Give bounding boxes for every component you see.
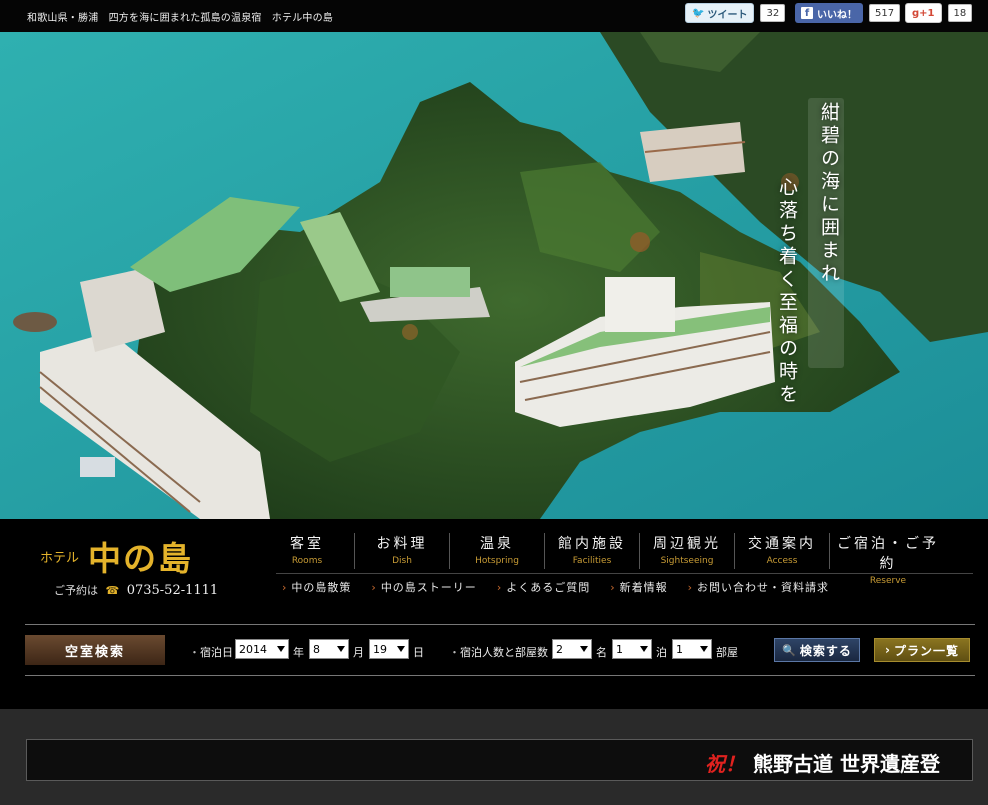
nav-item-sightseeing[interactable]: 周辺観光 Sightseeing bbox=[640, 533, 735, 569]
search-button[interactable]: 🔍 検索する bbox=[774, 638, 860, 662]
nights-select[interactable]: 1 bbox=[612, 639, 652, 659]
logo-prefix: ホテル bbox=[40, 551, 80, 566]
plan-list-button[interactable]: › プラン一覧 bbox=[874, 638, 970, 662]
rooms-unit: 部屋 bbox=[716, 646, 738, 659]
nav-divider bbox=[276, 573, 973, 574]
twitter-bird-icon: 🐦 bbox=[692, 7, 705, 19]
like-count: 517 bbox=[869, 4, 901, 22]
hero-image: 紺碧の海に囲まれ 心落ち着く至福の時を bbox=[0, 32, 988, 519]
like-widget[interactable]: f いいね！ 517 bbox=[795, 3, 901, 23]
like-button[interactable]: f いいね！ bbox=[795, 3, 863, 23]
phone-icon: ☎ bbox=[105, 584, 120, 597]
ticker-message: 熊野古道 世界遺産登 bbox=[753, 752, 940, 776]
subnav-item-contact[interactable]: お問い合わせ・資料請求 bbox=[688, 579, 829, 595]
catchcopy-line1: 紺碧の海に囲まれ bbox=[818, 102, 840, 286]
tweet-button[interactable]: 🐦 ツイート bbox=[685, 3, 755, 23]
rooms-select[interactable]: 1 bbox=[672, 639, 712, 659]
guests-label: 宿泊人数と部屋数 bbox=[449, 644, 548, 660]
year-unit: 年 bbox=[293, 646, 304, 659]
news-ticker[interactable]: 祝！ 熊野古道 世界遺産登 bbox=[26, 739, 973, 781]
subnav-item-news[interactable]: 新着情報 bbox=[610, 579, 667, 595]
chevron-down-icon bbox=[397, 646, 405, 652]
sub-nav: 中の島散策 中の島ストーリー よくあるご質問 新着情報 お問い合わせ・資料請求 bbox=[282, 579, 829, 595]
chevron-down-icon bbox=[700, 646, 708, 652]
navigation-section: ホテル 中の島 ご予約は ☎ 0735-52-1111 客室 Rooms お料理 D… bbox=[0, 519, 988, 709]
people-select[interactable]: 2 bbox=[552, 639, 592, 659]
gplus-count: 18 bbox=[947, 4, 973, 22]
reservation-phone: ご予約は ☎ 0735-52-1111 bbox=[54, 582, 218, 598]
chevron-down-icon bbox=[580, 646, 588, 652]
chevron-right-icon: › bbox=[885, 643, 891, 657]
people-unit: 名 bbox=[596, 646, 607, 659]
ticker-prefix: 祝！ bbox=[705, 752, 745, 776]
nav-item-hotspring[interactable]: 温泉 Hotspring bbox=[450, 533, 545, 569]
reserve-label: ご予約は bbox=[54, 584, 98, 597]
nav-item-rooms[interactable]: 客室 Rooms bbox=[260, 533, 355, 569]
gplus-button[interactable]: g+1 bbox=[905, 3, 942, 23]
day-unit: 日 bbox=[413, 646, 424, 659]
chevron-down-icon bbox=[640, 646, 648, 652]
year-select[interactable]: 2014 bbox=[235, 639, 289, 659]
nav-item-facilities[interactable]: 館内施設 Facilities bbox=[545, 533, 640, 569]
facebook-f-icon: f bbox=[801, 7, 813, 19]
subnav-item-walk[interactable]: 中の島散策 bbox=[282, 579, 351, 595]
top-bar: 和歌山県・勝浦 四方を海に囲まれた孤島の温泉宿 ホテル中の島 🐦 ツイート 32… bbox=[0, 0, 988, 32]
main-nav: 客室 Rooms お料理 Dish 温泉 Hotspring 館内施設 Faciliti… bbox=[260, 533, 946, 586]
vacancy-search-bar: 空室検索 宿泊日 2014 年 8 月 19 日 宿泊人数と部屋数 2 名 1 … bbox=[25, 624, 975, 676]
subnav-item-faq[interactable]: よくあるご質問 bbox=[497, 579, 590, 595]
nights-unit: 泊 bbox=[656, 646, 667, 659]
subnav-item-story[interactable]: 中の島ストーリー bbox=[371, 579, 476, 595]
month-unit: 月 bbox=[353, 646, 364, 659]
tweet-count: 32 bbox=[760, 4, 786, 22]
vacancy-search-title: 空室検索 bbox=[25, 635, 165, 665]
phone-number: 0735-52-1111 bbox=[126, 583, 219, 598]
site-tagline: 和歌山県・勝浦 四方を海に囲まれた孤島の温泉宿 ホテル中の島 bbox=[27, 13, 333, 24]
nav-item-reserve[interactable]: ご宿泊・ご予約 Reserve bbox=[830, 533, 946, 586]
catchcopy-line2: 心落ち着く至福の時を bbox=[776, 177, 798, 407]
nav-item-access[interactable]: 交通案内 Access bbox=[735, 533, 830, 569]
ticker-text: 祝！ 熊野古道 世界遺産登 bbox=[705, 748, 940, 777]
logo-name: 中の島 bbox=[88, 539, 193, 578]
chevron-down-icon bbox=[337, 646, 345, 652]
tweet-widget[interactable]: 🐦 ツイート 32 bbox=[685, 3, 786, 23]
magnifier-icon: 🔍 bbox=[782, 643, 797, 657]
news-ticker-section: 祝！ 熊野古道 世界遺産登 bbox=[0, 709, 988, 805]
date-label: 宿泊日 bbox=[189, 644, 233, 660]
day-select[interactable]: 19 bbox=[369, 639, 409, 659]
gplus-widget[interactable]: g+1 18 bbox=[905, 3, 973, 23]
nav-item-dish[interactable]: お料理 Dish bbox=[355, 533, 450, 569]
chevron-down-icon bbox=[277, 646, 285, 652]
month-select[interactable]: 8 bbox=[309, 639, 349, 659]
